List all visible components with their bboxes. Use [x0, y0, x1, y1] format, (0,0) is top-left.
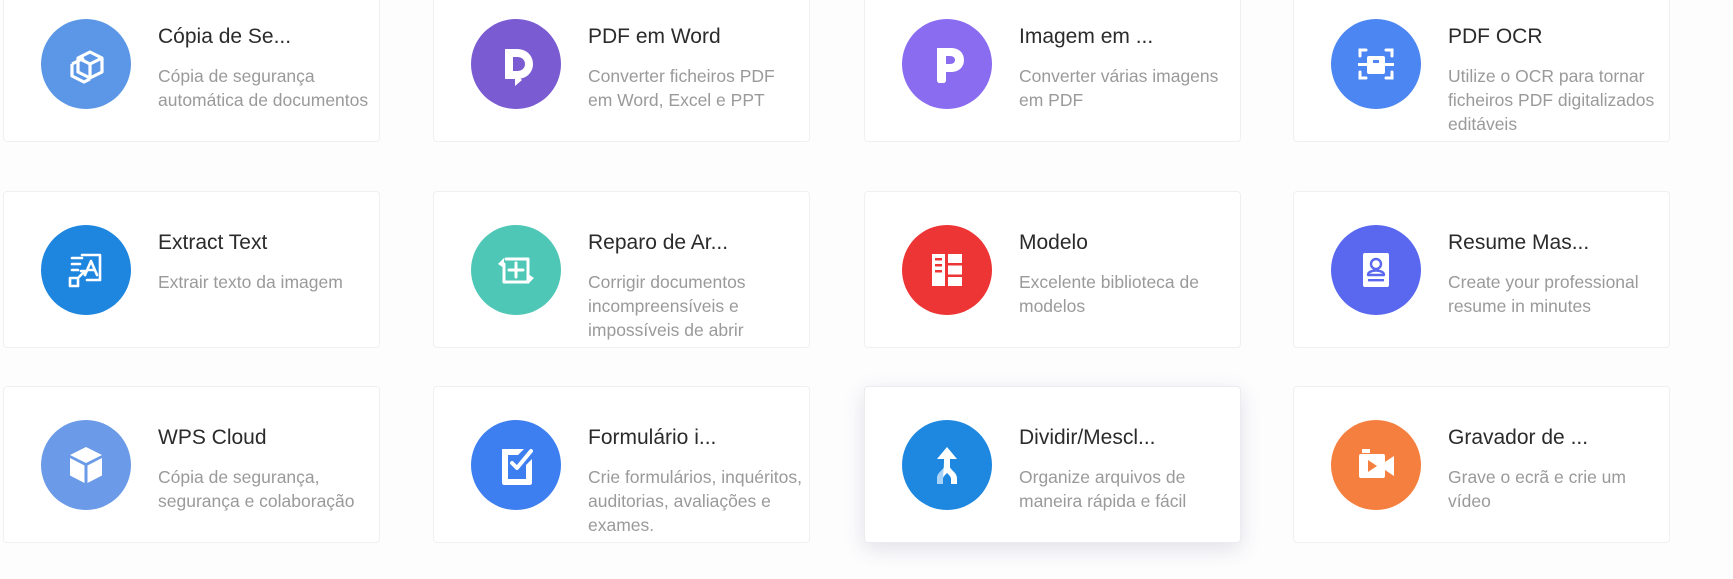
- split-merge-icon: [902, 420, 992, 510]
- cloud-cube-icon: [41, 420, 131, 510]
- card-title: Imagem em ...: [1019, 25, 1154, 48]
- card-description: Create your professional resume in minut…: [1448, 272, 1639, 316]
- card-description: Cópia de segurança, segurança e colabora…: [158, 467, 355, 511]
- card-description: Utilize o OCR para tornar ficheiros PDF …: [1448, 66, 1655, 134]
- card-description: Extrair texto da imagem: [158, 272, 343, 292]
- tool-card-pdf-ocr[interactable]: PDF OCR Utilize o OCR para tornar fichei…: [1293, 0, 1670, 142]
- card-title: WPS Cloud: [158, 426, 267, 449]
- card-description: Grave o ecrã e crie um vídeo: [1448, 467, 1626, 511]
- card-title: Dividir/Mescl...: [1019, 426, 1156, 449]
- card-description: Converter ficheiros PDF em Word, Excel e…: [588, 66, 775, 110]
- tool-card-screen-recorder[interactable]: Gravador de ... Grave o ecrã e crie um v…: [1293, 386, 1670, 543]
- tool-card-file-repair[interactable]: Reparo de Ar... Corrigir documentos inco…: [433, 191, 810, 348]
- tool-card-pdf-to-word[interactable]: PDF em Word Converter ficheiros PDF em W…: [433, 0, 810, 142]
- card-description: Crie formulários, inquéritos, auditorias…: [588, 467, 802, 535]
- card-title: PDF em Word: [588, 25, 721, 48]
- tool-card-extract-text[interactable]: Extract Text Extrair texto da imagem: [3, 191, 380, 348]
- resume-icon: [1331, 225, 1421, 315]
- card-title: Cópia de Se...: [158, 25, 292, 48]
- card-description: Organize arquivos de maneira rápida e fá…: [1019, 467, 1187, 511]
- card-description: Cópia de segurança automática de documen…: [158, 66, 369, 110]
- card-title: Reparo de Ar...: [588, 231, 729, 254]
- card-title: Resume Mas...: [1448, 231, 1590, 254]
- tool-card-resume-master[interactable]: Resume Mas... Create your professional r…: [1293, 191, 1670, 348]
- card-description: Converter várias imagens em PDF: [1019, 66, 1219, 110]
- form-checklist-icon: [471, 420, 561, 510]
- pdf-to-word-icon: [471, 19, 561, 109]
- tool-card-wps-cloud[interactable]: WPS Cloud Cópia de segurança, segurança …: [3, 386, 380, 543]
- tool-card-forms[interactable]: Formulário i... Crie formulários, inquér…: [433, 386, 810, 543]
- tool-card-backup[interactable]: Cópia de Se... Cópia de segurança automá…: [3, 0, 380, 142]
- image-to-pdf-icon: [902, 19, 992, 109]
- backup-cube-icon: [41, 19, 131, 109]
- tool-card-template[interactable]: Modelo Excelente biblioteca de modelos: [864, 191, 1241, 348]
- card-description: Excelente biblioteca de modelos: [1019, 272, 1199, 316]
- ocr-scan-icon: [1331, 19, 1421, 109]
- card-title: Extract Text: [158, 231, 268, 254]
- card-title: Modelo: [1019, 231, 1088, 254]
- tool-card-split-merge[interactable]: Dividir/Mescl... Organize arquivos de ma…: [864, 386, 1241, 543]
- tool-card-image-to-pdf[interactable]: Imagem em ... Converter várias imagens e…: [864, 0, 1241, 142]
- file-repair-icon: [471, 225, 561, 315]
- card-description: Corrigir documentos incompreensíveis e i…: [588, 272, 746, 340]
- card-title: Formulário i...: [588, 426, 717, 449]
- template-icon: [902, 225, 992, 315]
- extract-text-icon: [41, 225, 131, 315]
- card-title: Gravador de ...: [1448, 426, 1589, 449]
- screen-recorder-icon: [1331, 420, 1421, 510]
- card-title: PDF OCR: [1448, 25, 1543, 48]
